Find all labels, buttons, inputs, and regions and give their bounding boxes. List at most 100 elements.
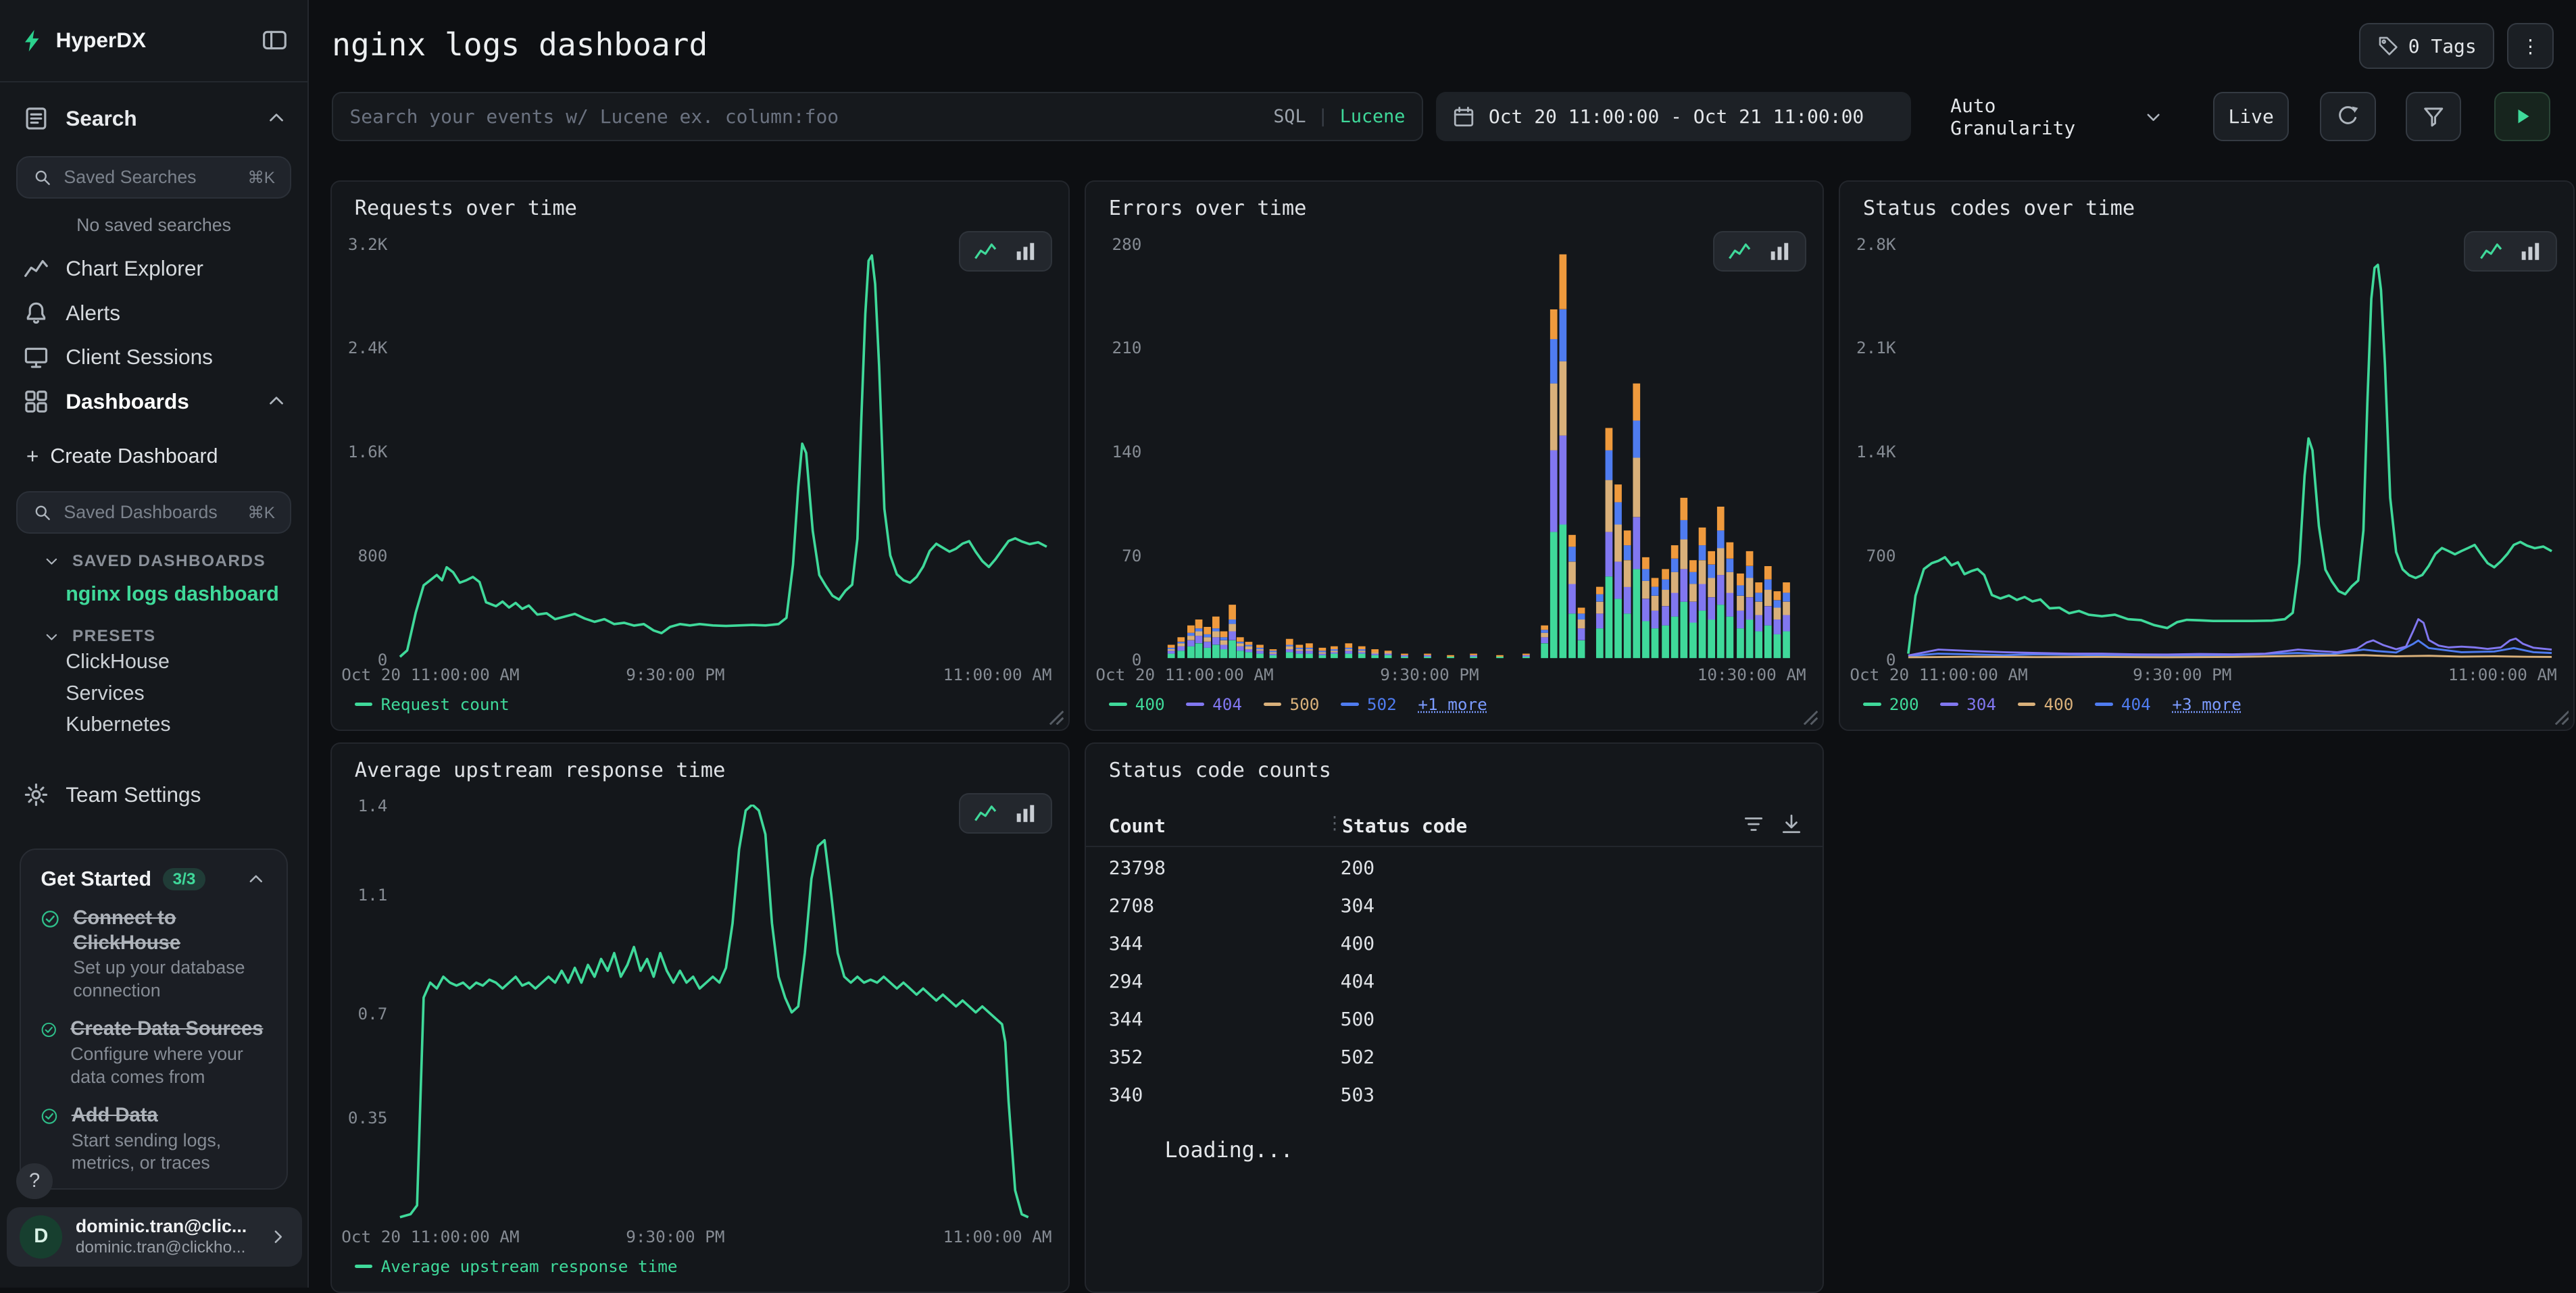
date-range-picker[interactable]: Oct 20 11:00:00 - Oct 21 11:00:00 [1436, 92, 1911, 141]
table-row[interactable]: 23798200 [1086, 849, 1823, 887]
sidebar-item-dashboards[interactable]: Dashboards [0, 380, 307, 424]
date-range-value: Oct 20 11:00:00 - Oct 21 11:00:00 [1489, 105, 1864, 128]
legend-item[interactable]: +1 more [1418, 694, 1487, 714]
controls-bar: Search your events w/ Lucene ex. column:… [332, 92, 2553, 141]
column-header-status-code[interactable]: Status code [1342, 815, 1467, 837]
errors-chart[interactable] [1151, 243, 1809, 658]
legend-dash [1863, 703, 1881, 706]
sidebar-item-client-sessions[interactable]: Client Sessions [0, 335, 307, 380]
chart-legend: 200 304 400 404 +3 more [1863, 694, 2241, 714]
panel-title: Errors over time [1109, 197, 1307, 220]
event-search-input[interactable]: Search your events w/ Lucene ex. column:… [332, 92, 1423, 141]
granularity-select[interactable]: Auto Granularity [1937, 92, 2177, 141]
legend-item[interactable]: Request count [355, 694, 510, 714]
table-row[interactable]: 340503 [1086, 1075, 1823, 1113]
column-header-count[interactable]: Count [1109, 815, 1166, 837]
y-axis-label: 800 [332, 548, 388, 564]
sidebar-item-services[interactable]: Services [0, 678, 307, 709]
legend-item[interactable]: 200 [1863, 694, 1919, 714]
run-query-button[interactable] [2494, 92, 2550, 141]
main-content: nginx logs dashboard 0 Tags ⋮ Search you… [309, 0, 2576, 1288]
collapse-sidebar-icon[interactable] [262, 27, 288, 53]
resize-handle-icon[interactable] [1047, 708, 1063, 724]
legend-item[interactable]: Average upstream response time [355, 1257, 678, 1276]
dashboard-actions: 0 Tags ⋮ [2359, 23, 2553, 69]
sidebar-item-alerts[interactable]: Alerts [0, 290, 307, 335]
saved-dashboards-section-header[interactable]: SAVED DASHBOARDS [0, 552, 307, 571]
requests-chart[interactable] [397, 243, 1055, 658]
column-resize-handle[interactable]: ⋮ [1326, 813, 1344, 834]
legend-dash [355, 703, 373, 706]
resize-handle-icon[interactable] [1801, 708, 1817, 724]
check-circle-icon [41, 1017, 57, 1043]
panel-title: Average upstream response time [355, 759, 726, 782]
legend-item[interactable]: 404 [2095, 694, 2151, 714]
play-icon [2510, 104, 2534, 128]
legend-item[interactable]: 404 [1186, 694, 1242, 714]
refresh-button[interactable] [2320, 92, 2376, 141]
presets-section-header[interactable]: PRESETS [0, 627, 307, 646]
legend-item[interactable]: +3 more [2172, 694, 2241, 714]
y-axis-label: 140 [1086, 444, 1142, 460]
user-name: dominic.tran@clic... [76, 1215, 247, 1238]
sidebar-item-search[interactable]: Search [0, 95, 307, 141]
bell-icon [23, 300, 49, 326]
sidebar-item-chart-explorer[interactable]: Chart Explorer [0, 247, 307, 291]
app-name: HyperDX [56, 28, 146, 53]
chart-legend: Average upstream response time [355, 1257, 678, 1276]
legend-item[interactable]: 400 [2018, 694, 2074, 714]
x-axis-label: 9:30:00 PM [626, 1227, 724, 1246]
table-row[interactable]: 352502 [1086, 1038, 1823, 1075]
upstream-chart[interactable] [397, 805, 1055, 1220]
table-row[interactable]: 294404 [1086, 962, 1823, 1000]
legend-item[interactable]: 500 [1264, 694, 1320, 714]
saved-searches-input[interactable]: Saved Searches ⌘K [16, 156, 291, 199]
live-button[interactable]: Live [2213, 92, 2289, 141]
create-dashboard-button[interactable]: + Create Dashboard [0, 437, 307, 476]
no-saved-searches-text: No saved searches [0, 215, 307, 238]
legend-item[interactable]: 304 [1940, 694, 1996, 714]
series-200 [1908, 265, 2552, 654]
status-codes-chart[interactable] [1906, 243, 2560, 658]
get-started-header[interactable]: Get Started 3/3 [41, 867, 266, 891]
get-started-step-connect[interactable]: Connect to ClickHouseSet up your databas… [41, 906, 266, 1002]
y-axis-label: 2.4K [332, 340, 388, 356]
tags-button[interactable]: 0 Tags [2359, 23, 2494, 69]
hyperdx-logo[interactable]: HyperDX [20, 28, 146, 53]
filter-button[interactable] [2406, 92, 2462, 141]
sidebar-nav: Chart Explorer Alerts Client Sessions Da… [0, 247, 307, 424]
status-code-cell: 502 [1341, 1046, 1375, 1068]
panel-title: Requests over time [355, 197, 577, 220]
sidebar-item-kubernetes[interactable]: Kubernetes [0, 709, 307, 740]
y-axis-label: 0.35 [332, 1110, 388, 1126]
table-row[interactable]: 344400 [1086, 924, 1823, 962]
x-axis-label: 9:30:00 PM [1380, 665, 1479, 684]
user-menu[interactable]: D dominic.tran@clic... dominic.tran@clic… [7, 1207, 303, 1267]
count-cell: 344 [1109, 1008, 1341, 1030]
x-axis-label: 11:00:00 AM [943, 665, 1052, 684]
y-axis-label: 70 [1086, 548, 1142, 564]
count-cell: 352 [1109, 1046, 1341, 1068]
sidebar-item-nginx-dashboard[interactable]: nginx logs dashboard [0, 579, 307, 609]
sidebar-item-clickhouse[interactable]: ClickHouse [0, 646, 307, 677]
help-button[interactable]: ? [16, 1163, 52, 1199]
resize-handle-icon[interactable] [2552, 708, 2569, 724]
y-axis-label: 3.2K [332, 236, 388, 253]
get-started-step-add-data[interactable]: Add DataStart sending logs, metrics, or … [41, 1103, 266, 1175]
table-row[interactable]: 2708304 [1086, 887, 1823, 925]
sidebar-item-team-settings[interactable]: Team Settings [0, 773, 307, 817]
legend-item[interactable]: 400 [1109, 694, 1165, 714]
saved-dashboards-input[interactable]: Saved Dashboards ⌘K [16, 491, 291, 534]
legend-item[interactable]: 502 [1341, 694, 1397, 714]
more-menu-button[interactable]: ⋮ [2507, 23, 2553, 69]
get-started-title: Get Started [41, 867, 151, 891]
sql-toggle[interactable]: SQL [1273, 106, 1306, 127]
panel-title: Status codes over time [1863, 197, 2135, 220]
gear-icon [23, 782, 49, 808]
check-circle-icon [41, 906, 60, 932]
lucene-toggle[interactable]: Lucene [1340, 106, 1406, 127]
get-started-step-sources[interactable]: Create Data SourcesConfigure where your … [41, 1017, 266, 1088]
table-row[interactable]: 344500 [1086, 1000, 1823, 1038]
page-title: nginx logs dashboard [332, 26, 708, 63]
legend-dash [1264, 703, 1282, 706]
